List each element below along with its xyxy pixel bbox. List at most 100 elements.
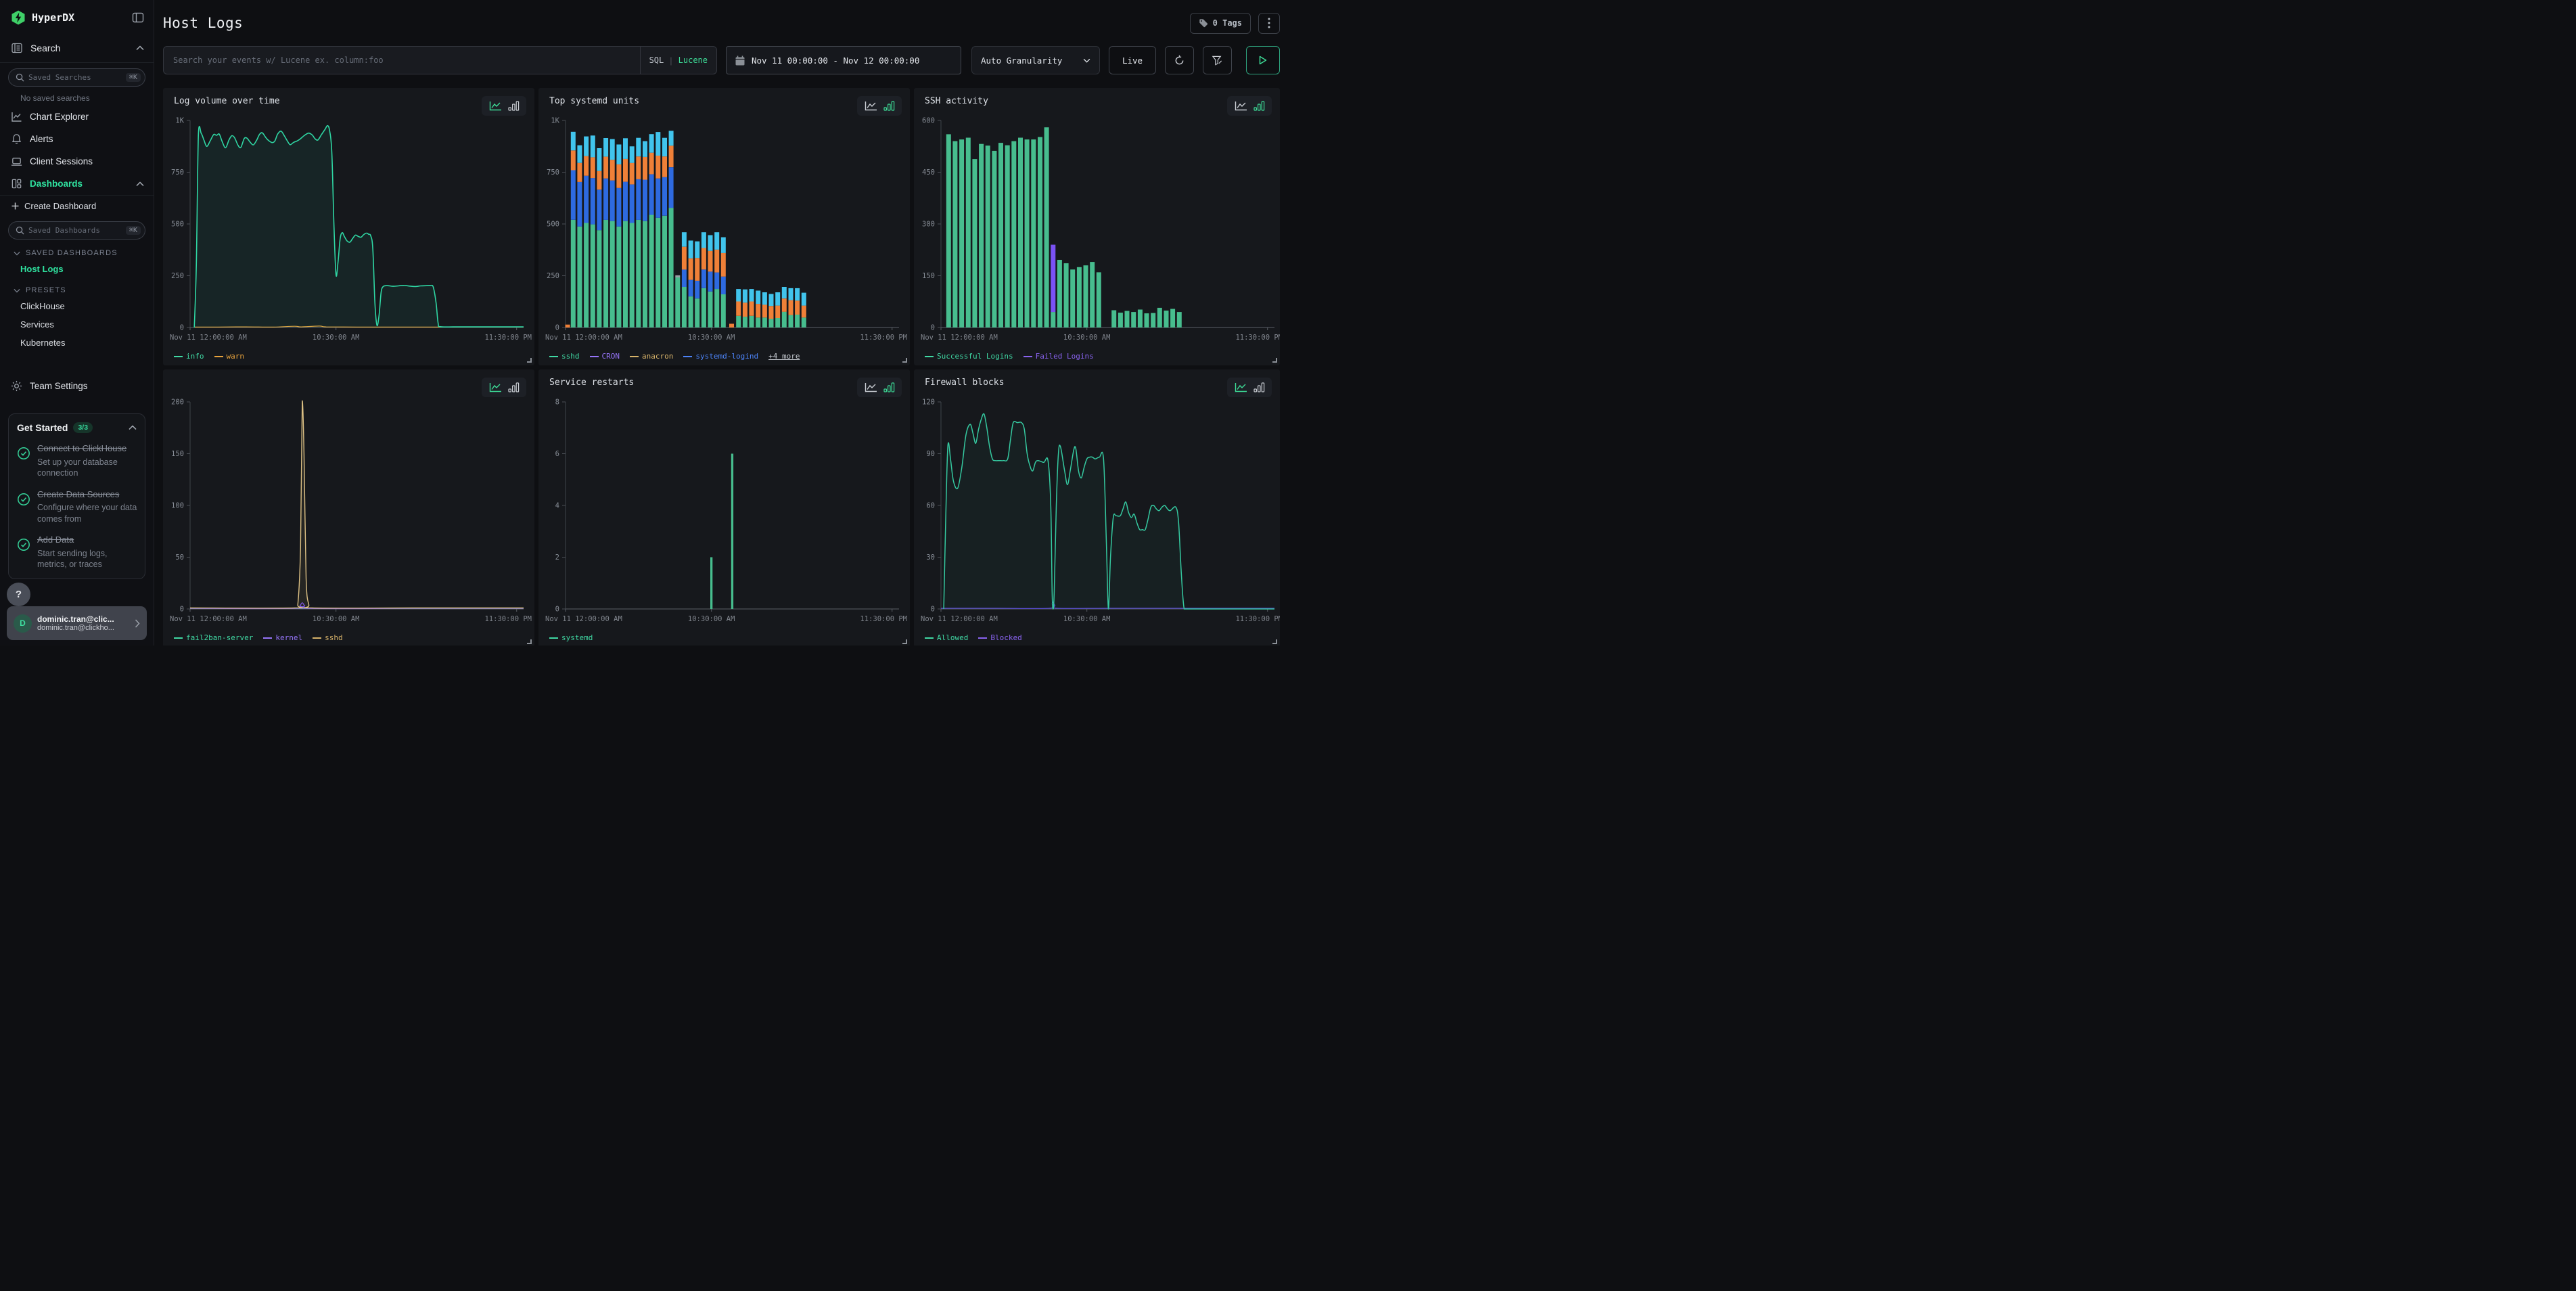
chart-card-log-volume: Log volume over time1K7505002500Nov 11 1… xyxy=(163,88,534,365)
check-circle-icon xyxy=(17,443,30,479)
y-axis-tick-label: 250 xyxy=(547,272,559,280)
time-range-value: Nov 11 00:00:00 - Nov 12 00:00:00 xyxy=(752,55,919,66)
chart-legend: sshdCRONanacronsystemd-logind+4 more xyxy=(549,352,800,361)
chevron-down-icon xyxy=(1083,58,1090,63)
saved-dashboards-section-header[interactable]: SAVED DASHBOARDS xyxy=(0,241,154,260)
get-started-step-add-data[interactable]: Add Data Start sending logs, metrics, or… xyxy=(17,534,137,570)
resize-handle[interactable] xyxy=(1272,358,1277,363)
sidebar-item-kubernetes[interactable]: Kubernetes xyxy=(0,334,154,352)
more-options-button[interactable] xyxy=(1258,13,1280,34)
legend-item: info xyxy=(174,352,204,361)
laptop-icon xyxy=(11,156,22,167)
y-axis-tick-label: 90 xyxy=(926,450,935,458)
y-axis-tick-label: 150 xyxy=(922,272,935,280)
chart-card-systemd-units: Top systemd units1K7505002500Nov 11 12:0… xyxy=(538,88,910,365)
y-axis-tick-label: 300 xyxy=(922,221,935,229)
line-series-sshd xyxy=(190,401,524,608)
sidebar-item-client-sessions[interactable]: Client Sessions xyxy=(0,150,154,173)
chart-canvas: 86420Nov 11 12:00:00 AM10:30:00 AM11:30:… xyxy=(538,392,910,633)
run-query-button[interactable] xyxy=(1246,46,1280,74)
page-header: Host Logs 0 Tags xyxy=(163,11,1280,35)
y-axis-tick-label: 0 xyxy=(180,324,184,332)
sidebar-item-alerts[interactable]: Alerts xyxy=(0,128,154,150)
saved-searches-field[interactable] xyxy=(28,73,122,82)
sidebar-item-chart-explorer[interactable]: Chart Explorer xyxy=(0,106,154,128)
legend-more-link[interactable]: +4 more xyxy=(768,352,800,361)
resize-handle[interactable] xyxy=(1272,639,1277,644)
line-chart-icon[interactable] xyxy=(1235,382,1247,392)
chart-title: Firewall blocks xyxy=(925,378,1004,388)
y-axis-tick-label: 750 xyxy=(171,168,184,177)
resize-handle[interactable] xyxy=(527,358,532,363)
refresh-button[interactable] xyxy=(1165,46,1194,74)
event-search-input[interactable] xyxy=(164,47,640,74)
y-axis-tick-label: 450 xyxy=(922,168,935,177)
x-axis-tick-label: 11:30:00 PM xyxy=(860,334,907,342)
y-axis-tick-label: 600 xyxy=(922,117,935,125)
x-axis-tick-label: 11:30:00 PM xyxy=(484,334,532,342)
live-button[interactable]: Live xyxy=(1109,46,1156,74)
get-started-step-connect[interactable]: Connect to ClickHouse Set up your databa… xyxy=(17,443,137,479)
chart-canvas: 6004503001500Nov 11 12:00:00 AM10:30:00 … xyxy=(914,111,1280,352)
sidebar-item-search[interactable]: Search xyxy=(0,34,154,62)
bar-chart-icon[interactable] xyxy=(1254,101,1265,111)
chart-type-toggle xyxy=(1227,96,1272,116)
bar-chart-icon[interactable] xyxy=(508,101,520,111)
line-chart-icon[interactable] xyxy=(865,101,877,111)
legend-item: CRON xyxy=(590,352,620,361)
chart-bars xyxy=(710,454,733,610)
dashboards-label: Dashboards xyxy=(30,179,129,189)
line-chart-icon[interactable] xyxy=(1235,101,1247,111)
x-axis-tick-label: Nov 11 12:00:00 AM xyxy=(921,334,998,342)
y-axis-tick-label: 100 xyxy=(171,502,184,510)
no-saved-searches-text: No saved searches xyxy=(20,93,154,103)
bar-chart-icon[interactable] xyxy=(508,382,520,392)
saved-dashboards-field[interactable] xyxy=(28,226,122,235)
filter-edit-button[interactable] xyxy=(1203,46,1232,74)
saved-dashboards-input[interactable]: ⌘K xyxy=(8,221,145,240)
time-range-picker[interactable]: Nov 11 00:00:00 - Nov 12 00:00:00 xyxy=(726,46,961,74)
y-axis-tick-label: 0 xyxy=(555,324,559,332)
y-axis-tick-label: 120 xyxy=(922,399,935,407)
bar-chart-icon[interactable] xyxy=(883,101,895,111)
chart-card-ssh-activity: SSH activity6004503001500Nov 11 12:00:00… xyxy=(914,88,1280,365)
bell-icon xyxy=(11,133,22,145)
granularity-select[interactable]: Auto Granularity xyxy=(971,46,1100,74)
presets-header-label: PRESETS xyxy=(26,286,66,294)
tags-button[interactable]: 0 Tags xyxy=(1190,13,1251,34)
collapse-sidebar-button[interactable] xyxy=(132,12,144,24)
sql-toggle[interactable]: SQL xyxy=(649,55,664,65)
saved-searches-input[interactable]: ⌘K xyxy=(8,68,145,87)
lucene-toggle[interactable]: Lucene xyxy=(678,55,708,65)
x-axis-tick-label: Nov 11 12:00:00 AM xyxy=(170,334,247,342)
line-chart-icon[interactable] xyxy=(489,101,502,111)
presets-section-header[interactable]: PRESETS xyxy=(0,278,154,297)
legend-item: Blocked xyxy=(978,633,1021,642)
resize-handle[interactable] xyxy=(902,358,907,363)
step-title: Add Data xyxy=(37,534,137,546)
check-circle-icon xyxy=(17,534,30,570)
line-chart-icon[interactable] xyxy=(865,382,877,392)
chart-card-auth-spike: 200150100500Nov 11 12:00:00 AM10:30:00 A… xyxy=(163,369,534,646)
get-started-header[interactable]: Get Started 3/3 xyxy=(17,422,137,433)
user-info: dominic.tran@clic... dominic.tran@clickh… xyxy=(37,614,129,632)
refresh-icon xyxy=(1174,55,1185,66)
sidebar-item-services[interactable]: Services xyxy=(0,315,154,334)
get-started-step-sources[interactable]: Create Data Sources Configure where your… xyxy=(17,489,137,525)
sidebar-item-clickhouse[interactable]: ClickHouse xyxy=(0,297,154,315)
line-chart-icon[interactable] xyxy=(489,382,502,392)
resize-handle[interactable] xyxy=(527,639,532,644)
chart-type-toggle xyxy=(857,378,902,397)
help-button[interactable]: ? xyxy=(7,583,30,606)
get-started-progress-badge: 3/3 xyxy=(73,422,93,433)
event-search-box: SQL | Lucene xyxy=(163,46,717,74)
dashboard-grid: Log volume over time1K7505002500Nov 11 1… xyxy=(163,88,1280,646)
create-dashboard-button[interactable]: Create Dashboard xyxy=(0,196,154,216)
sidebar-item-team-settings[interactable]: Team Settings xyxy=(0,375,154,397)
resize-handle[interactable] xyxy=(902,639,907,644)
sidebar-item-host-logs[interactable]: Host Logs xyxy=(0,260,154,278)
sidebar-item-dashboards[interactable]: Dashboards xyxy=(0,173,154,195)
bar-chart-icon[interactable] xyxy=(883,382,895,392)
bar-chart-icon[interactable] xyxy=(1254,382,1265,392)
user-menu[interactable]: D dominic.tran@clic... dominic.tran@clic… xyxy=(7,606,147,640)
